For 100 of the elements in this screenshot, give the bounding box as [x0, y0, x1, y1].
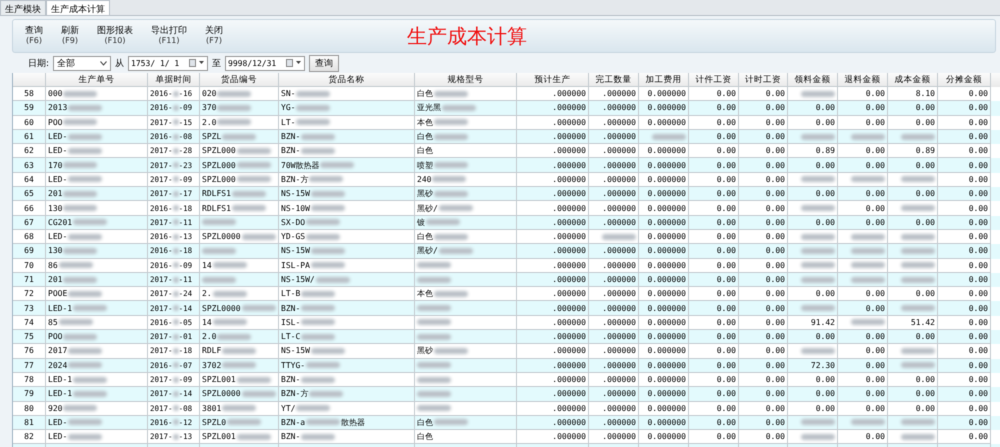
table-cell: 0.00: [968, 332, 988, 342]
query-button[interactable]: 查询: [309, 54, 340, 72]
table-cell: 0.000000: [647, 432, 686, 442]
column-header[interactable]: 货品编号: [221, 74, 257, 86]
toolbar-button[interactable]: 图形报表 (F10): [93, 26, 137, 46]
table-cell: .000000: [602, 174, 636, 184]
table-cell: 0.00: [716, 275, 736, 284]
calendar-dropdown-icon[interactable]: [189, 59, 206, 67]
table-cell: .000000: [552, 174, 586, 184]
table-cell: 170: [48, 160, 62, 170]
table-cell: ISL-: [281, 318, 300, 327]
table-cell: .000000: [602, 318, 636, 327]
table-cell: 白色: [417, 88, 433, 100]
table-cell: .000000: [602, 289, 636, 298]
table-cell: 72.30: [810, 360, 835, 370]
table-cell: 69: [24, 246, 34, 256]
table-cell: 0.00: [968, 418, 988, 427]
table-cell: 0.00: [716, 246, 736, 256]
table-cell: 0.00: [766, 418, 785, 427]
table-cell: 0.000000: [647, 204, 686, 213]
table-cell: 0.00: [716, 260, 736, 270]
table-cell: 0.00: [766, 432, 785, 442]
toolbar-button[interactable]: 导出打印 (F11): [147, 26, 191, 46]
table-cell: 2013: [48, 103, 68, 112]
table-cell: 0.00: [766, 204, 785, 213]
table-cell: 0.00: [766, 218, 785, 227]
table-cell: 0.00: [968, 246, 988, 256]
table-cell: 0.00: [816, 118, 835, 127]
table-cell: .000000: [552, 232, 586, 242]
table-cell: YG-: [281, 103, 296, 112]
table-cell: SPZL0000: [202, 389, 241, 398]
table-cell: POOE: [48, 289, 68, 298]
table-cell: 0.00: [916, 103, 935, 112]
table-cell: 14: [202, 260, 212, 270]
table-cell: 66: [24, 204, 34, 213]
column-header[interactable]: 货品名称: [328, 74, 364, 86]
table-cell: 0.00: [968, 132, 988, 142]
table-cell: 0.00: [766, 260, 785, 270]
table-cell: 91.42: [810, 318, 835, 327]
tab[interactable]: 生产成本计算: [46, 0, 110, 15]
toolbar-button[interactable]: 查询 (F6): [21, 26, 47, 46]
table-cell: 0.000000: [647, 260, 686, 270]
table-cell: RDLF: [202, 346, 222, 356]
column-header[interactable]: 预计生产: [534, 74, 570, 86]
table-cell: .000000: [552, 103, 586, 112]
column-header[interactable]: 完工数量: [596, 74, 632, 86]
table-cell: 白色: [417, 431, 433, 442]
column-header[interactable]: 退料金额: [844, 74, 880, 86]
calendar-dropdown-icon[interactable]: [286, 59, 302, 67]
table-cell: BZN-: [281, 375, 300, 384]
table-cell: 130: [48, 204, 62, 213]
table-cell: 0.000000: [647, 332, 686, 342]
date-picker[interactable]: 9998/12/31: [225, 56, 306, 70]
column-header[interactable]: 分摊金额: [946, 74, 982, 86]
table-cell: 0.000000: [647, 189, 686, 198]
table-cell: 0.00: [766, 118, 785, 127]
column-header[interactable]: 规格型号: [448, 74, 484, 86]
table-cell: SPZL000: [202, 160, 236, 170]
column-header[interactable]: 加工费用: [646, 74, 682, 86]
table-cell: SPZL0000: [202, 304, 241, 313]
table-cell: 0.00: [716, 89, 736, 98]
table-cell: 0.00: [866, 432, 885, 442]
table-cell: 0.000000: [647, 146, 686, 156]
column-header[interactable]: 计件工资: [696, 74, 732, 86]
column-header[interactable]: 计时工资: [745, 74, 781, 86]
table-cell: .000000: [552, 132, 586, 142]
table-cell: 0.00: [766, 103, 785, 112]
column-header[interactable]: 单据时间: [156, 74, 192, 86]
caret-icon[interactable]: [100, 60, 108, 66]
table-cell: 201: [48, 275, 62, 284]
range-dropdown[interactable]: 全部: [53, 56, 112, 70]
table-cell: .000000: [552, 432, 586, 442]
table-cell: 0.00: [816, 189, 835, 198]
table-cell: 0.00: [766, 275, 785, 284]
toolbar-button[interactable]: 关闭 (F7): [201, 26, 227, 46]
column-header[interactable]: 领料金额: [794, 74, 830, 86]
table-cell: .000000: [552, 289, 586, 298]
table-cell: 0.00: [716, 218, 736, 227]
column-header[interactable]: 生产单号: [78, 74, 114, 86]
table-cell: 0.00: [916, 375, 935, 384]
table-cell: 0.00: [968, 174, 988, 184]
table-cell: 0.00: [766, 146, 785, 156]
table-cell: 67: [24, 218, 34, 227]
table-cell: 0.00: [866, 375, 885, 384]
date-picker[interactable]: 1753/ 1/ 1: [128, 56, 208, 70]
table-cell: .000000: [552, 332, 586, 342]
toolbar-button[interactable]: 刷新 (F9): [57, 26, 83, 46]
table-cell: 201: [48, 189, 62, 198]
table-cell: 3801: [202, 404, 222, 413]
table-cell: TTYG-: [281, 360, 306, 370]
table-cell: .000000: [602, 218, 636, 227]
table-cell: 0.00: [816, 332, 835, 342]
table-cell: 0.00: [716, 174, 736, 184]
table-cell: 0.00: [968, 275, 988, 284]
table-cell: .000000: [552, 246, 586, 256]
tab[interactable]: 生产模块: [0, 0, 46, 15]
column-header[interactable]: 成本金额: [894, 74, 930, 86]
table-cell: 0.000000: [647, 275, 686, 284]
table-cell: 0.00: [968, 160, 988, 170]
table-cell: .000000: [552, 375, 586, 384]
